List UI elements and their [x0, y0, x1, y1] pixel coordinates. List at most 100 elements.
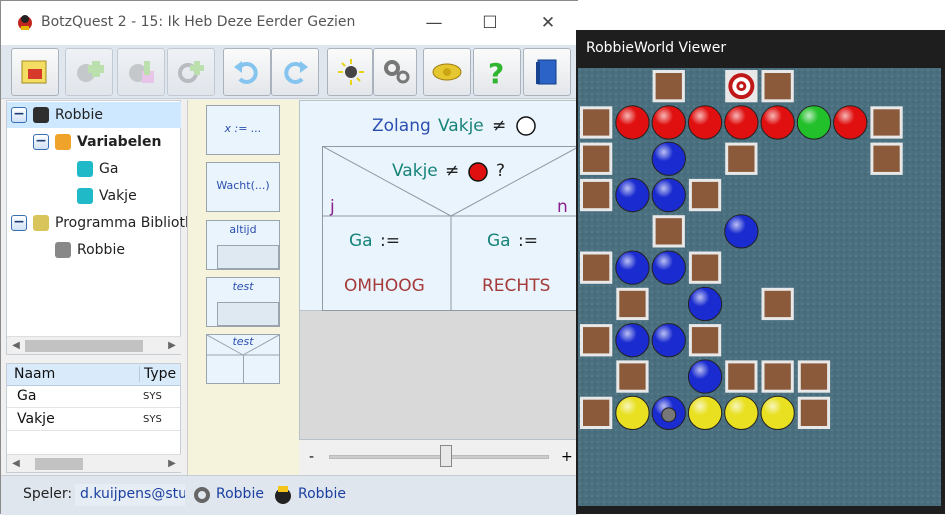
eraser-button[interactable]: [11, 48, 59, 96]
folder-icon: [55, 134, 71, 150]
forever-body: [217, 245, 279, 269]
blue-ball: [651, 323, 686, 358]
tree-item[interactable]: − Robbie: [7, 102, 181, 128]
undo-icon: [234, 61, 258, 84]
tree-item-label: Variabelen: [77, 134, 162, 150]
robot-name[interactable]: Robbie: [298, 486, 346, 502]
tree-item-label: Robbie: [55, 107, 103, 123]
program-name[interactable]: Robbie: [216, 486, 264, 502]
tree-item[interactable]: Vakje: [7, 183, 181, 209]
left-value[interactable]: OMHOOG: [344, 276, 425, 296]
add-robot-button[interactable]: [65, 48, 113, 96]
scroll-thumb[interactable]: [25, 340, 143, 352]
wall-block: [652, 215, 685, 248]
blue-ball: [615, 323, 650, 358]
add-gear-button[interactable]: [167, 48, 215, 96]
undo-button[interactable]: [223, 48, 271, 96]
column-header-type[interactable]: Type: [139, 366, 176, 382]
test-block[interactable]: test: [206, 277, 280, 327]
blue-ball: [651, 250, 686, 285]
yes-label: j: [330, 197, 335, 217]
scroll-right-icon[interactable]: ▶: [163, 337, 181, 355]
tree-item[interactable]: Ga: [7, 156, 181, 182]
wall-block: [580, 396, 613, 429]
collapse-icon[interactable]: −: [11, 215, 27, 231]
table-horizontal-scrollbar[interactable]: ◀ ▶: [7, 454, 181, 472]
blue-ball: [615, 177, 650, 213]
if-else-divider: [243, 355, 244, 383]
robot-icon: [33, 107, 49, 123]
settings-gears-button[interactable]: [373, 48, 417, 96]
tree-horizontal-scrollbar[interactable]: ◀ ▶: [7, 336, 181, 354]
run-button[interactable]: [327, 48, 373, 96]
scroll-left-icon[interactable]: ◀: [7, 455, 25, 473]
structogram: Zolang Vakje ≠ Vakje ≠ ? j n Ga := OMHOO…: [300, 101, 580, 311]
badge-button[interactable]: [423, 48, 471, 96]
tree-item[interactable]: − Programma Bibliotheek: [7, 210, 219, 236]
maximize-button[interactable]: ☐: [461, 1, 519, 45]
program-editor[interactable]: Zolang Vakje ≠ Vakje ≠ ? j n Ga := OMHOO…: [299, 100, 580, 440]
wall-block: [616, 287, 649, 321]
blue-ball: [651, 177, 686, 213]
blue-ball: [615, 250, 650, 285]
yellow-ball: [687, 395, 723, 431]
eraser-icon: [21, 60, 47, 84]
wait-block[interactable]: Wacht(...): [206, 162, 280, 212]
run-icon: [338, 59, 364, 85]
var-type: SYS: [143, 414, 162, 425]
tree-item[interactable]: Robbie: [7, 237, 181, 263]
wall-block: [870, 142, 903, 175]
help-button[interactable]: ?: [473, 48, 521, 96]
add-library-button[interactable]: [117, 48, 165, 96]
wall-block: [688, 324, 722, 357]
zoom-plus[interactable]: +: [561, 449, 573, 465]
blue-ball: [687, 359, 723, 394]
column-header-naam[interactable]: Naam: [14, 366, 55, 382]
settings-gears-icon: [384, 60, 410, 84]
scroll-thumb[interactable]: [35, 458, 83, 470]
forever-block[interactable]: altijd: [206, 220, 280, 270]
red-circle-icon: [468, 162, 488, 182]
tree-item[interactable]: − Variabelen: [7, 129, 181, 155]
add-robot-icon: [77, 61, 104, 82]
collapse-icon[interactable]: −: [33, 134, 49, 150]
wall-block: [797, 396, 831, 429]
cond-variable: Vakje: [392, 161, 438, 181]
close-button[interactable]: ✕: [519, 1, 577, 45]
scroll-left-icon[interactable]: ◀: [7, 337, 25, 355]
table-row[interactable]: Ga SYS: [7, 386, 180, 408]
red-ball: [760, 105, 795, 140]
assign-block[interactable]: x := ...: [206, 105, 280, 155]
empty-circle-icon: [516, 116, 536, 136]
variable-icon: [77, 161, 93, 177]
robot-icon: [651, 395, 686, 431]
tree-item-label: Vakje: [99, 188, 137, 204]
if-else-block[interactable]: test: [206, 334, 280, 384]
variables-table: Naam Type Ga SYS Vakje SYS ◀ ▶: [6, 363, 181, 473]
wall-block: [652, 70, 685, 103]
book-button[interactable]: [523, 48, 571, 96]
badge-icon: [432, 63, 462, 81]
table-header: Naam Type: [7, 364, 180, 386]
status-bar: Speler: d.kuijpens@stu Robbie Robbie: [1, 475, 579, 515]
minimize-button[interactable]: —: [405, 1, 463, 45]
player-name: d.kuijpens@stu: [75, 484, 185, 506]
gear-icon: [55, 242, 71, 258]
zoom-minus[interactable]: -: [309, 449, 314, 465]
scroll-right-icon[interactable]: ▶: [163, 455, 181, 473]
block-palette: x := ... Wacht(...) altijd test test: [187, 100, 301, 475]
table-row[interactable]: Vakje SYS: [7, 409, 180, 431]
app-robot-icon: [18, 15, 32, 30]
collapse-icon[interactable]: −: [11, 107, 27, 123]
title-bar[interactable]: BotzQuest 2 - 15: Ik Heb Deze Eerder Gez…: [1, 1, 579, 45]
add-gear-icon: [178, 61, 204, 83]
zoom-thumb[interactable]: [439, 445, 452, 467]
redo-button[interactable]: [271, 48, 319, 96]
no-label: n: [557, 197, 568, 217]
loop-variable: Vakje: [438, 116, 484, 136]
red-ball: [724, 105, 759, 140]
right-value[interactable]: RECHTS: [482, 276, 550, 296]
tree-item-label: Robbie: [77, 242, 125, 258]
game-board[interactable]: [578, 68, 941, 506]
library-icon: [33, 215, 49, 231]
